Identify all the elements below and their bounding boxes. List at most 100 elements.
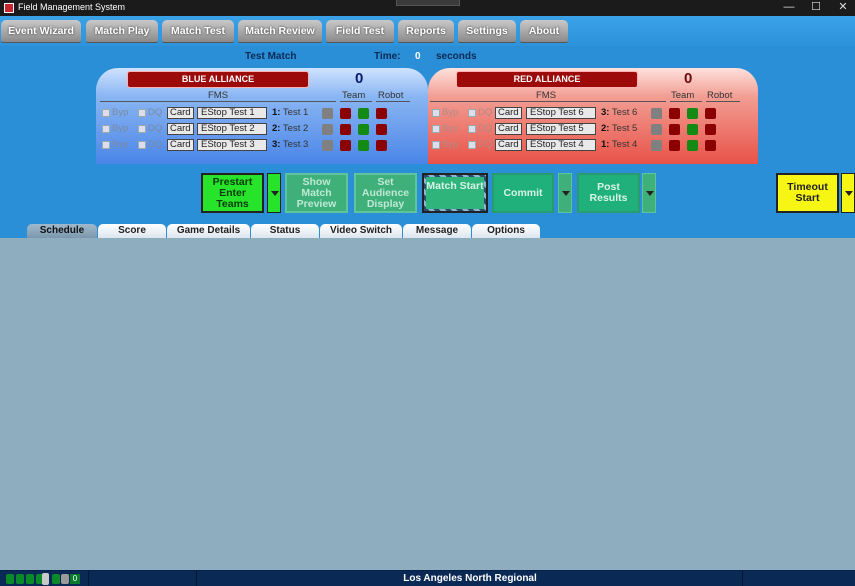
menu-settings[interactable]: Settings — [458, 20, 516, 42]
blue-card-button[interactable]: Card — [167, 107, 194, 119]
blue-indicator — [322, 124, 333, 135]
red-team-label: 2: Test 5 — [601, 123, 638, 134]
red-team-header: Team — [671, 90, 695, 101]
red-indicator — [705, 140, 716, 151]
red-bypass-checkbox[interactable] — [432, 109, 440, 117]
tab-message[interactable]: Message — [403, 224, 471, 238]
maximize-button[interactable]: ☐ — [802, 0, 830, 16]
commit-dropdown[interactable] — [558, 173, 572, 213]
red-dq-checkbox[interactable] — [468, 125, 476, 133]
time-unit: seconds — [436, 51, 477, 62]
blue-alliance-panel: BLUE ALLIANCE 0 FMS Team Robot Byp DQ Ca… — [96, 68, 428, 164]
tab-schedule[interactable]: Schedule — [27, 224, 97, 238]
blue-indicator — [376, 108, 387, 119]
blue-indicator — [358, 124, 369, 135]
time-value: 0 — [415, 51, 421, 62]
red-card-button[interactable]: Card — [495, 139, 522, 151]
blue-estop-button[interactable]: EStop Test 1 — [197, 107, 267, 119]
blue-dq-checkbox[interactable] — [138, 141, 146, 149]
blue-fms-divider — [100, 101, 336, 102]
window-title: Field Management System — [18, 2, 126, 12]
blue-bypass-checkbox[interactable] — [102, 141, 110, 149]
menu-bar: Event Wizard Match Play Match Test Match… — [0, 16, 855, 46]
post-results-dropdown[interactable] — [642, 173, 656, 213]
blue-dq-checkbox[interactable] — [138, 125, 146, 133]
red-bypass-checkbox[interactable] — [432, 125, 440, 133]
match-info-row: Test Match Time: 0 seconds — [0, 51, 855, 65]
tab-score[interactable]: Score — [98, 224, 166, 238]
status-led — [16, 574, 24, 584]
red-dq-label: DQ — [478, 139, 493, 150]
status-led — [42, 573, 49, 585]
red-fms-header: FMS — [536, 90, 557, 101]
close-button[interactable]: ✕ — [829, 0, 855, 16]
blue-dq-label: DQ — [148, 107, 163, 118]
red-score: 0 — [684, 70, 693, 87]
blue-bypass-checkbox[interactable] — [102, 109, 110, 117]
blue-estop-button[interactable]: EStop Test 3 — [197, 139, 267, 151]
match-start-button[interactable]: Match Start — [422, 173, 488, 213]
red-dq-checkbox[interactable] — [468, 109, 476, 117]
red-team-divider — [670, 101, 702, 102]
post-results-button[interactable]: Post Results — [577, 173, 640, 213]
red-fms-divider — [430, 101, 666, 102]
red-estop-button[interactable]: EStop Test 6 — [526, 107, 596, 119]
blue-bypass-label: Byp — [112, 123, 129, 134]
red-indicator — [669, 124, 680, 135]
blue-bypass-checkbox[interactable] — [102, 125, 110, 133]
red-bypass-label: Byp — [442, 123, 459, 134]
prestart-dropdown[interactable] — [267, 173, 281, 213]
timeout-dropdown[interactable] — [841, 173, 855, 213]
menu-field-test[interactable]: Field Test — [326, 20, 394, 42]
show-match-preview-button[interactable]: Show Match Preview — [285, 173, 348, 213]
red-indicator — [651, 108, 662, 119]
red-alliance-title: RED ALLIANCE — [457, 72, 637, 87]
minimize-button[interactable]: — — [775, 0, 803, 16]
menu-reports[interactable]: Reports — [398, 20, 454, 42]
red-indicator — [651, 124, 662, 135]
menu-event-wizard[interactable]: Event Wizard — [1, 20, 81, 42]
red-indicator — [687, 124, 698, 135]
red-bypass-checkbox[interactable] — [432, 141, 440, 149]
red-card-button[interactable]: Card — [495, 107, 522, 119]
blue-team-label: 1: Test 1 — [272, 107, 309, 118]
time-label: Time: — [374, 51, 401, 62]
tab-status[interactable]: Status — [251, 224, 319, 238]
commit-button[interactable]: Commit — [492, 173, 554, 213]
red-dq-checkbox[interactable] — [468, 141, 476, 149]
red-indicator — [705, 124, 716, 135]
red-team-label: 3: Test 6 — [601, 107, 638, 118]
red-indicator — [669, 108, 680, 119]
tab-game-details[interactable]: Game Details — [167, 224, 250, 238]
blue-indicator — [322, 108, 333, 119]
menu-match-review[interactable]: Match Review — [238, 20, 322, 42]
blue-indicator — [376, 140, 387, 151]
set-audience-display-button[interactable]: Set Audience Display — [354, 173, 417, 213]
match-name: Test Match — [245, 51, 297, 62]
status-led — [61, 574, 69, 584]
blue-indicator — [340, 124, 351, 135]
menu-match-test[interactable]: Match Test — [162, 20, 234, 42]
blue-card-button[interactable]: Card — [167, 123, 194, 135]
timeout-start-button[interactable]: Timeout Start — [776, 173, 839, 213]
status-led — [6, 574, 14, 584]
blue-indicator — [376, 124, 387, 135]
menu-match-play[interactable]: Match Play — [86, 20, 158, 42]
blue-indicator — [322, 140, 333, 151]
tab-options[interactable]: Options — [472, 224, 540, 238]
prestart-button[interactable]: Prestart Enter Teams — [201, 173, 264, 213]
status-led — [26, 574, 34, 584]
red-card-button[interactable]: Card — [495, 123, 522, 135]
red-estop-button[interactable]: EStop Test 4 — [526, 139, 596, 151]
blue-fms-header: FMS — [208, 90, 229, 101]
blue-indicator — [340, 140, 351, 151]
blue-card-button[interactable]: Card — [167, 139, 194, 151]
red-indicator — [705, 108, 716, 119]
red-estop-button[interactable]: EStop Test 5 — [526, 123, 596, 135]
tab-video-switch[interactable]: Video Switch — [320, 224, 402, 238]
menu-about[interactable]: About — [520, 20, 568, 42]
blue-estop-button[interactable]: EStop Test 2 — [197, 123, 267, 135]
blue-dq-checkbox[interactable] — [138, 109, 146, 117]
blue-robot-divider — [376, 101, 410, 102]
red-bypass-label: Byp — [442, 107, 459, 118]
